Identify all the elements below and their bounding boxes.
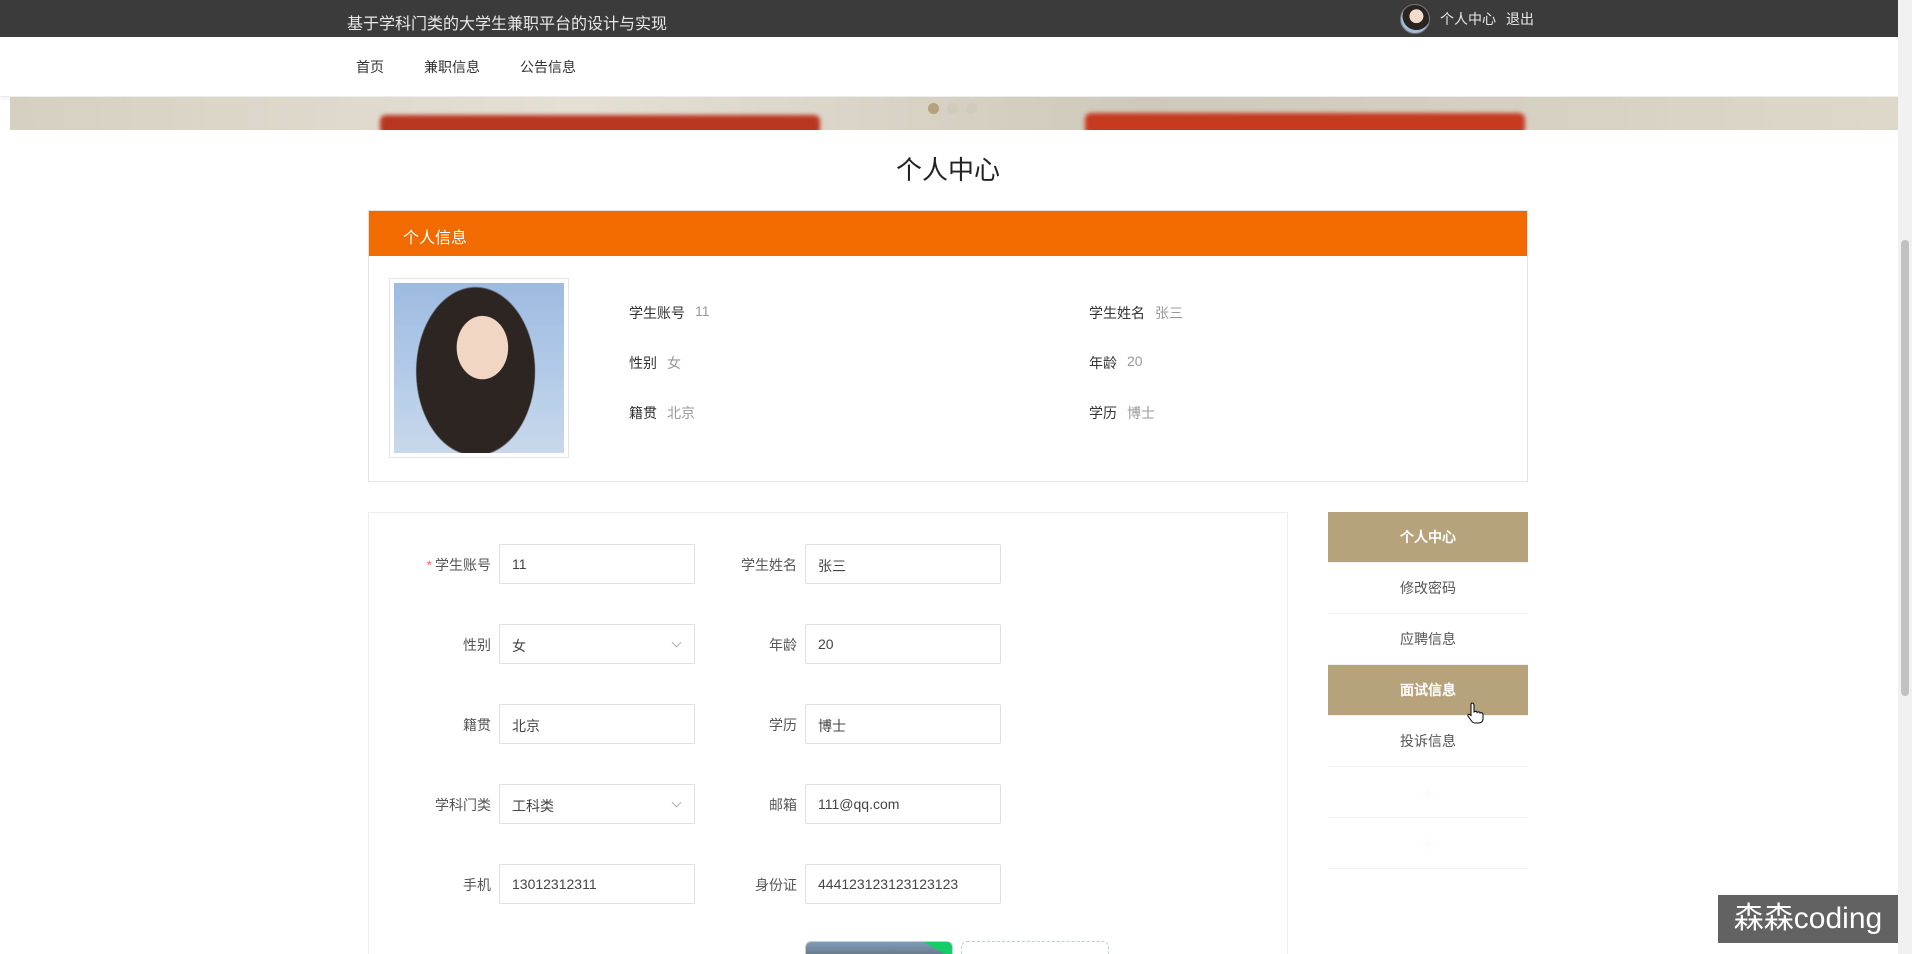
profile-photo-image <box>394 283 564 453</box>
profile-edit-form: * 学生账号 11 学生姓名 张三 性别 女 年龄 20 籍贯 北京 学历 博士 … <box>368 512 1288 954</box>
check-icon <box>924 942 952 954</box>
info-label: 性别 <box>629 355 657 371</box>
top-bar: 基于学科门类的大学生兼职平台的设计与实现 个人中心 退出 <box>0 0 1912 37</box>
profile-info-card: 个人信息 学生账号 11 学生姓名 张三 性别 女 年龄 20 籍贯 北京 学历… <box>368 210 1528 482</box>
phone-input[interactable]: 13012312311 <box>499 864 695 904</box>
banner-image-shape <box>380 115 820 130</box>
education-input[interactable]: 博士 <box>805 704 1001 744</box>
discipline-label: 学科门类 <box>435 797 491 813</box>
email-input[interactable]: 111@qq.com <box>805 784 1001 824</box>
info-value: 北京 <box>667 405 695 421</box>
side-item-complaints[interactable]: 投诉信息 <box>1328 716 1528 767</box>
name-input[interactable]: 张三 <box>805 544 1001 584</box>
carousel-dot[interactable] <box>966 103 977 114</box>
user-avatar[interactable] <box>1400 4 1430 34</box>
account-label-text: 学生账号 <box>435 557 491 573</box>
required-mark: * <box>426 557 432 573</box>
name-label: 学生姓名 <box>741 557 797 573</box>
banner-carousel <box>10 97 1898 130</box>
profile-photo <box>389 278 569 458</box>
side-item-applications[interactable]: 应聘信息 <box>1328 614 1528 665</box>
nav-item-jobs[interactable]: 兼职信息 <box>424 57 480 77</box>
site-title: 基于学科门类的大学生兼职平台的设计与实现 <box>347 16 668 33</box>
main-nav: 首页 兼职信息 公告信息 <box>0 37 1898 97</box>
info-label: 年龄 <box>1089 355 1117 371</box>
side-menu: 个人中心 修改密码 应聘信息 面试信息 投诉信息 · · <box>1328 512 1528 869</box>
gender-select[interactable]: 女 <box>499 624 695 664</box>
carousel-dot[interactable] <box>947 103 958 114</box>
info-field-hometown: 籍贯 北京 <box>629 403 695 423</box>
info-label: 学生姓名 <box>1089 305 1145 321</box>
account-label: * 学生账号 <box>371 555 491 575</box>
user-area: 个人中心 退出 <box>1400 4 1534 34</box>
scrollbar-thumb[interactable] <box>1901 240 1909 696</box>
discipline-select[interactable]: 工科类 <box>499 784 695 824</box>
info-label: 学历 <box>1089 405 1117 421</box>
email-label: 邮箱 <box>769 797 797 813</box>
info-value: 11 <box>695 303 710 319</box>
education-label: 学历 <box>769 717 797 733</box>
hometown-input[interactable]: 北京 <box>499 704 695 744</box>
info-value: 女 <box>667 355 681 371</box>
info-label: 学生账号 <box>629 305 685 321</box>
upload-trigger[interactable] <box>961 941 1109 954</box>
nav-item-announcements[interactable]: 公告信息 <box>520 57 576 77</box>
user-center-link[interactable]: 个人中心 <box>1440 9 1496 29</box>
watermark: 森森coding <box>1718 895 1898 943</box>
profile-info-header: 个人信息 <box>369 211 1527 256</box>
phone-label: 手机 <box>463 877 491 893</box>
info-label: 籍贯 <box>629 405 657 421</box>
info-field-age: 年龄 20 <box>1089 353 1143 373</box>
side-item-hidden[interactable]: · <box>1328 818 1528 869</box>
info-field-name: 学生姓名 张三 <box>1089 303 1183 323</box>
age-label: 年龄 <box>769 637 797 653</box>
info-value: 博士 <box>1127 405 1155 421</box>
side-item-interviews[interactable]: 面试信息 <box>1328 665 1528 716</box>
info-value: 20 <box>1127 353 1143 369</box>
banner-image-shape <box>1085 113 1525 130</box>
age-input[interactable]: 20 <box>805 624 1001 664</box>
account-input[interactable]: 11 <box>499 544 695 584</box>
gender-label: 性别 <box>463 637 491 653</box>
info-field-account: 学生账号 11 <box>629 303 710 323</box>
page-title: 个人中心 <box>895 155 1000 185</box>
side-item-hidden[interactable]: · <box>1328 767 1528 818</box>
hand-cursor-icon <box>1467 702 1484 724</box>
logout-link[interactable]: 退出 <box>1506 9 1534 29</box>
carousel-dot[interactable] <box>928 103 939 114</box>
id-card-label: 身份证 <box>755 877 797 893</box>
id-card-input[interactable]: 444123123123123123 <box>805 864 1001 904</box>
side-item-user-center[interactable]: 个人中心 <box>1328 512 1528 563</box>
side-item-change-password[interactable]: 修改密码 <box>1328 563 1528 614</box>
hometown-label: 籍贯 <box>463 717 491 733</box>
nav-item-home[interactable]: 首页 <box>356 57 384 77</box>
info-value: 张三 <box>1155 305 1183 321</box>
info-field-education: 学历 博士 <box>1089 403 1155 423</box>
carousel-indicators <box>928 103 977 114</box>
info-field-gender: 性别 女 <box>629 353 681 373</box>
uploaded-photo-thumbnail[interactable] <box>805 941 953 954</box>
